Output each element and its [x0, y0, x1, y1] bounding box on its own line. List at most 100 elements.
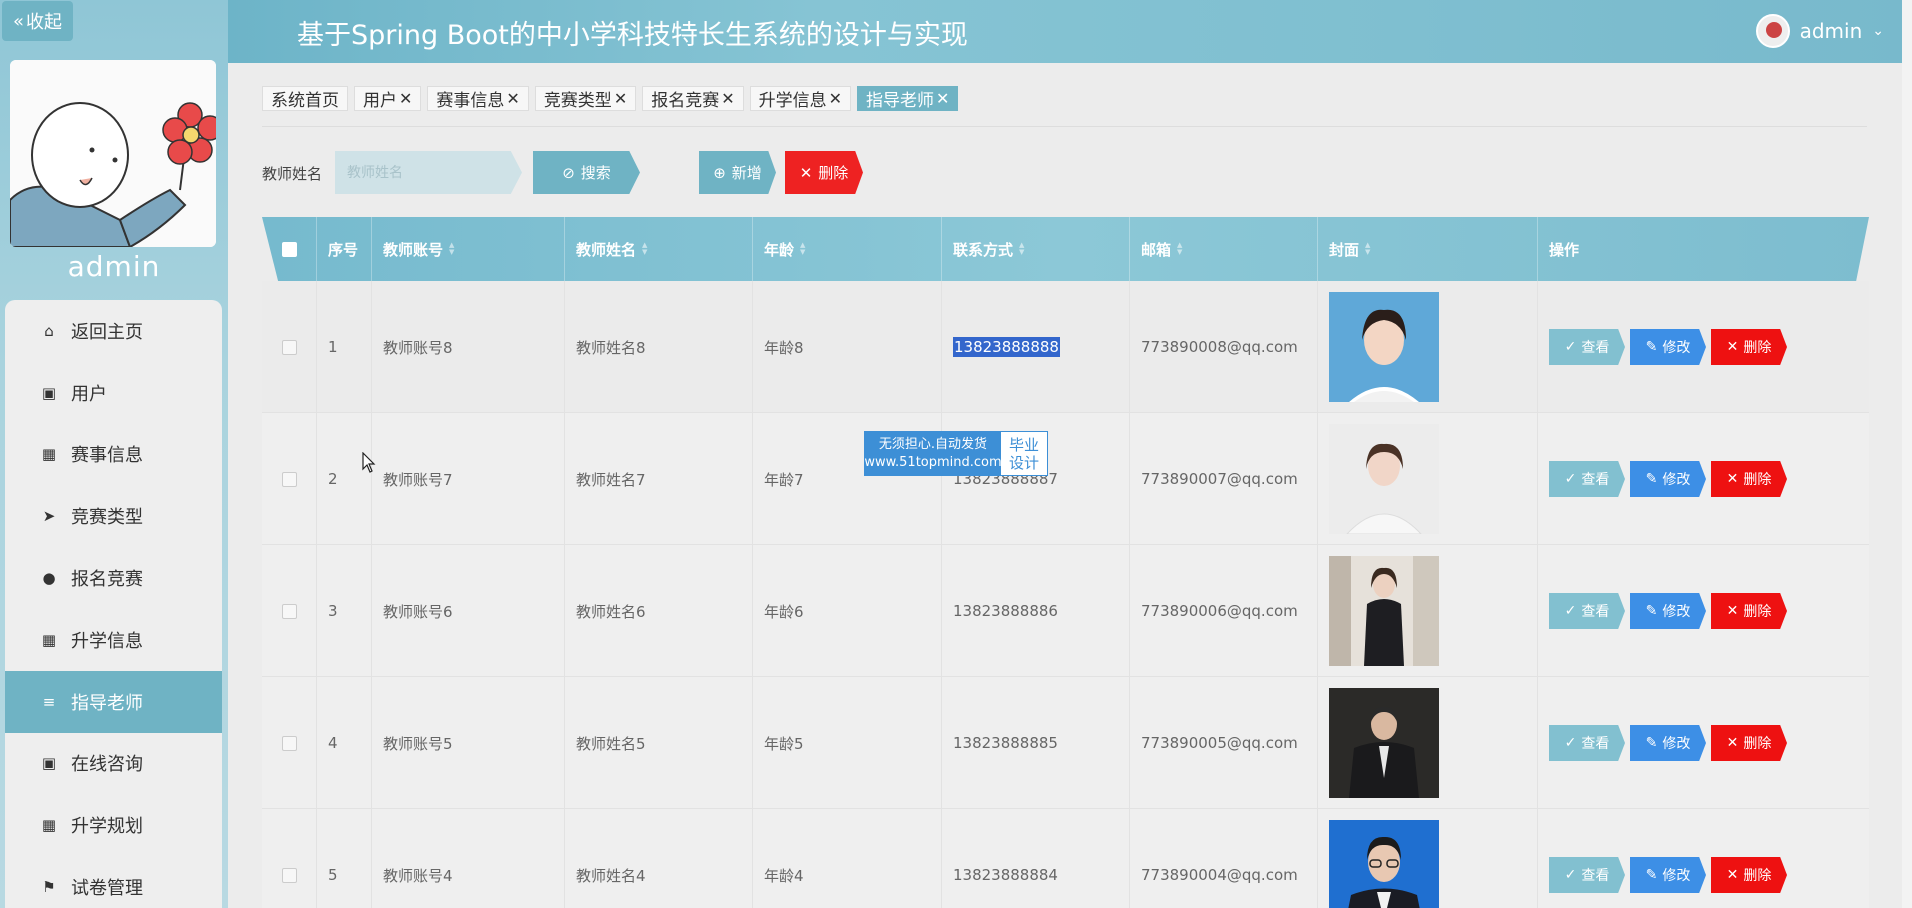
sidebar-item-events[interactable]: ▦ 赛事信息	[5, 424, 222, 486]
batch-delete-button[interactable]: ✕ 删除	[785, 151, 863, 194]
ad-right: 毕业 设计	[1001, 432, 1047, 475]
row-checkbox[interactable]	[281, 735, 297, 751]
header-cover[interactable]: 封面 ▲ ▼	[1318, 217, 1538, 281]
view-button[interactable]: ✓ 查看	[1549, 857, 1625, 893]
row-phone: 13823888886	[942, 545, 1130, 677]
tab-teachers[interactable]: 指导老师 ✕	[857, 86, 959, 111]
tab-events[interactable]: 赛事信息 ✕	[427, 86, 529, 111]
view-button[interactable]: ✓ 查看	[1549, 593, 1625, 629]
row-name: 教师姓名7	[565, 413, 753, 545]
row-email: 773890006@qq.com	[1130, 545, 1318, 677]
row-checkbox[interactable]	[281, 603, 297, 619]
sort-icon[interactable]: ▲ ▼	[449, 242, 454, 256]
select-all-checkbox[interactable]	[281, 241, 297, 257]
send-icon: ➤	[42, 507, 56, 526]
row-phone: 13823888888	[942, 281, 1130, 413]
edit-button[interactable]: ✎ 修改	[1630, 857, 1706, 893]
row-index: 3	[317, 545, 372, 677]
row-age: 年龄5	[753, 677, 942, 809]
tab-user[interactable]: 用户 ✕	[354, 86, 422, 111]
view-button[interactable]: ✓ 查看	[1549, 461, 1625, 497]
search-input[interactable]	[335, 151, 522, 194]
sidebar-item-user[interactable]: ▣ 用户	[5, 362, 222, 424]
cover-image[interactable]	[1329, 556, 1439, 666]
row-email: 773890005@qq.com	[1130, 677, 1318, 809]
sidebar-item-consult[interactable]: ▣ 在线咨询	[5, 733, 222, 795]
close-icon[interactable]: ✕	[506, 89, 519, 108]
header-age[interactable]: 年龄 ▲ ▼	[753, 217, 942, 281]
sort-icon[interactable]: ▲ ▼	[1365, 242, 1370, 256]
sidebar-item-home[interactable]: ⌂ 返回主页	[5, 300, 222, 362]
collapse-button[interactable]: « 收起	[2, 1, 73, 41]
cover-image[interactable]	[1329, 688, 1439, 798]
sort-icon[interactable]: ▲ ▼	[1177, 242, 1182, 256]
row-account: 教师账号5	[372, 677, 565, 809]
avatar-illustration	[10, 60, 216, 247]
check-icon: ✓	[1564, 735, 1577, 751]
close-icon[interactable]: ✕	[399, 89, 412, 108]
edit-button[interactable]: ✎ 修改	[1630, 593, 1706, 629]
close-icon[interactable]: ✕	[936, 89, 949, 108]
header-email[interactable]: 邮箱 ▲ ▼	[1130, 217, 1318, 281]
edit-button[interactable]: ✎ 修改	[1630, 461, 1706, 497]
selected-text: 13823888888	[953, 337, 1060, 357]
sort-icon[interactable]: ▲ ▼	[800, 242, 805, 256]
sidebar-item-admission-info[interactable]: ▦ 升学信息	[5, 609, 222, 671]
header-actions: 操作	[1549, 240, 1580, 259]
row-checkbox[interactable]	[281, 339, 297, 355]
tab-signup[interactable]: 报名竞赛 ✕	[642, 86, 744, 111]
scrollbar[interactable]	[1902, 0, 1912, 908]
cover-image[interactable]	[1329, 424, 1439, 534]
sidebar-item-teachers[interactable]: ≡ 指导老师	[5, 670, 222, 733]
row-account: 教师账号6	[372, 545, 565, 677]
view-button[interactable]: ✓ 查看	[1549, 725, 1625, 761]
tab-home[interactable]: 系统首页	[262, 86, 348, 111]
sort-icon[interactable]: ▲ ▼	[1019, 242, 1024, 256]
cover-image[interactable]	[1329, 292, 1439, 402]
add-button[interactable]: ⊕ 新增	[699, 151, 776, 194]
search-button[interactable]: ⊘ 搜索	[533, 151, 640, 194]
delete-button[interactable]: ✕ 删除	[1711, 857, 1787, 893]
tab-competition-type[interactable]: 竞赛类型 ✕	[534, 86, 637, 111]
table-row: 5 教师账号4 教师姓名4 年龄4 13823888884 773890004@…	[262, 809, 1869, 908]
row-name: 教师姓名5	[565, 677, 753, 809]
user-menu[interactable]: admin ⌄	[1755, 14, 1884, 48]
row-checkbox[interactable]	[281, 471, 297, 487]
page-title: 基于Spring Boot的中小学科技特长生系统的设计与实现	[297, 20, 968, 51]
cover-image[interactable]	[1329, 820, 1439, 908]
sidebar-item-signup[interactable]: ● 报名竞赛	[5, 547, 222, 609]
sort-icon[interactable]: ▲ ▼	[642, 242, 647, 256]
edit-button[interactable]: ✎ 修改	[1630, 725, 1706, 761]
row-actions: ✓ 查看 ✎ 修改 ✕ 删除	[1538, 677, 1869, 809]
avatar	[10, 60, 216, 247]
header-account[interactable]: 教师账号 ▲ ▼	[372, 217, 565, 281]
row-select-cell	[262, 809, 317, 908]
view-button[interactable]: ✓ 查看	[1549, 329, 1625, 365]
delete-button[interactable]: ✕ 删除	[1711, 329, 1787, 365]
close-icon[interactable]: ✕	[614, 89, 627, 108]
sidebar-item-competition-type[interactable]: ➤ 竞赛类型	[5, 485, 222, 547]
row-actions: ✓ 查看 ✎ 修改 ✕ 删除	[1538, 281, 1869, 413]
sidebar-item-planning[interactable]: ▦ 升学规划	[5, 794, 222, 856]
close-icon[interactable]: ✕	[721, 89, 734, 108]
delete-button[interactable]: ✕ 删除	[1711, 593, 1787, 629]
select-all-cell	[262, 217, 317, 281]
edit-button[interactable]: ✎ 修改	[1630, 329, 1706, 365]
tab-bar: 系统首页 用户 ✕ 赛事信息 ✕ 竞赛类型 ✕ 报名竞赛 ✕ 升学信息 ✕ 指导老师 ✕	[262, 86, 959, 111]
tab-admission-info[interactable]: 升学信息 ✕	[749, 86, 852, 111]
header-phone[interactable]: 联系方式 ▲ ▼	[942, 217, 1130, 281]
check-icon: ✓	[1564, 603, 1577, 619]
search-icon: ⊘	[562, 163, 575, 182]
sidebar: « 收起 admin ⌂ 返回主页 ▣ 用户 ▦ 赛事信息 ➤ 竞赛类型 ● 报…	[0, 0, 228, 908]
header-name[interactable]: 教师姓名 ▲ ▼	[565, 217, 753, 281]
edit-icon: ✎	[1645, 735, 1658, 751]
close-icon[interactable]: ✕	[829, 89, 842, 108]
delete-button[interactable]: ✕ 删除	[1711, 461, 1787, 497]
row-checkbox[interactable]	[281, 867, 297, 883]
sidebar-item-exam[interactable]: ⚑ 试卷管理	[5, 856, 222, 908]
edit-icon: ✎	[1645, 603, 1658, 619]
list-icon: ≡	[42, 692, 56, 711]
divider	[262, 126, 1867, 127]
delete-button[interactable]: ✕ 删除	[1711, 725, 1787, 761]
row-select-cell	[262, 545, 317, 677]
